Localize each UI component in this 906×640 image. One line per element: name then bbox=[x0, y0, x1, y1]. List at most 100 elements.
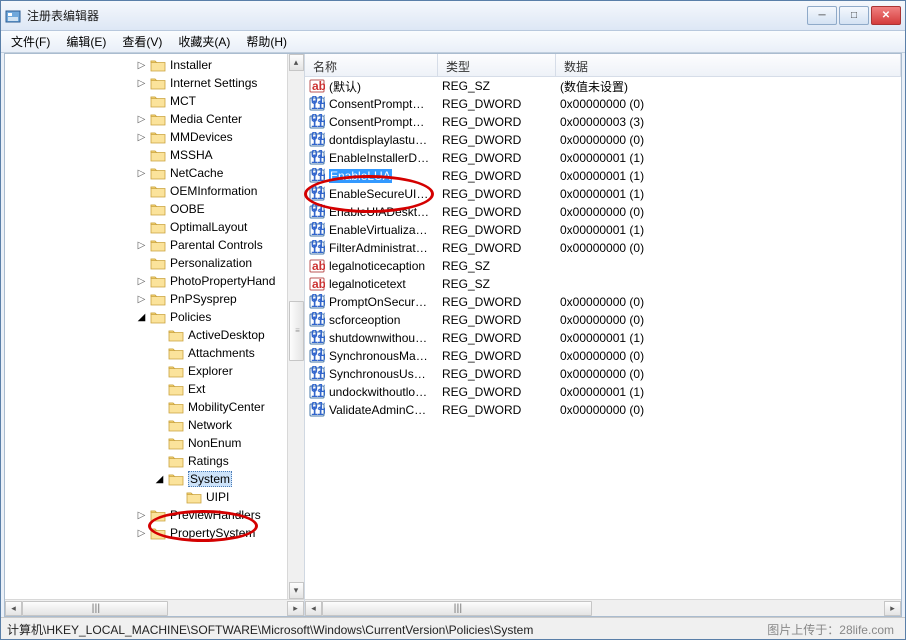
dword-value-icon: 011110 bbox=[309, 240, 325, 256]
list-row[interactable]: 011110shutdownwithoutl...REG_DWORD0x0000… bbox=[305, 329, 901, 347]
list-row[interactable]: ab(默认)REG_SZ(数值未设置) bbox=[305, 77, 901, 95]
tree-node[interactable]: OOBE bbox=[5, 200, 287, 218]
list-row[interactable]: ablegalnoticetextREG_SZ bbox=[305, 275, 901, 293]
scroll-down-button[interactable]: ▾ bbox=[289, 582, 304, 599]
tree-node[interactable]: ▷PhotoPropertyHand bbox=[5, 272, 287, 290]
tree-node[interactable]: ▷MMDevices bbox=[5, 128, 287, 146]
expand-toggle[interactable]: ▷ bbox=[135, 527, 148, 540]
expand-toggle[interactable]: ▷ bbox=[135, 59, 148, 72]
tree-node-label: System bbox=[188, 471, 232, 487]
tree-node-label: UIPI bbox=[206, 490, 229, 504]
string-value-icon: ab bbox=[309, 258, 325, 274]
tree-node[interactable]: ▷NetCache bbox=[5, 164, 287, 182]
tree-node[interactable]: ▷Installer bbox=[5, 56, 287, 74]
tree-node[interactable]: ▷PreviewHandlers bbox=[5, 506, 287, 524]
expand-toggle[interactable]: ◢ bbox=[153, 473, 166, 486]
expand-toggle[interactable]: ▷ bbox=[135, 77, 148, 90]
scroll-left-button[interactable]: ◂ bbox=[5, 601, 22, 616]
menu-file[interactable]: 文件(F) bbox=[3, 31, 58, 52]
menu-help[interactable]: 帮助(H) bbox=[238, 31, 295, 52]
list-row[interactable]: 011110EnableVirtualizationREG_DWORD0x000… bbox=[305, 221, 901, 239]
tree-node[interactable]: Personalization bbox=[5, 254, 287, 272]
list-row[interactable]: 011110EnableUIADeskto...REG_DWORD0x00000… bbox=[305, 203, 901, 221]
tree-node[interactable]: MobilityCenter bbox=[5, 398, 287, 416]
list-row[interactable]: ablegalnoticecaptionREG_SZ bbox=[305, 257, 901, 275]
list-row[interactable]: 011110SynchronousMach...REG_DWORD0x00000… bbox=[305, 347, 901, 365]
tree-node[interactable]: NonEnum bbox=[5, 434, 287, 452]
list-row[interactable]: 011110dontdisplaylastuse...REG_DWORD0x00… bbox=[305, 131, 901, 149]
tree-node[interactable]: ▷PropertySystem bbox=[5, 524, 287, 542]
tree-node[interactable]: Network bbox=[5, 416, 287, 434]
column-header-type[interactable]: 类型 bbox=[438, 54, 556, 76]
menu-view[interactable]: 查看(V) bbox=[114, 31, 170, 52]
list-horizontal-scrollbar[interactable]: ◂ ┃┃┃ ▸ bbox=[305, 599, 901, 616]
tree-node[interactable]: Ext bbox=[5, 380, 287, 398]
list-row[interactable]: 011110scforceoptionREG_DWORD0x00000000 (… bbox=[305, 311, 901, 329]
column-header-data[interactable]: 数据 bbox=[556, 54, 901, 76]
tree-node[interactable]: Explorer bbox=[5, 362, 287, 380]
tree-node[interactable]: ◢ System bbox=[5, 470, 287, 488]
expand-toggle[interactable]: ▷ bbox=[135, 131, 148, 144]
list-row[interactable]: 011110EnableSecureUIAP...REG_DWORD0x0000… bbox=[305, 185, 901, 203]
tree-node[interactable]: Ratings bbox=[5, 452, 287, 470]
value-data: 0x00000000 (0) bbox=[556, 241, 901, 255]
list-row[interactable]: 011110ConsentPromptBe...REG_DWORD0x00000… bbox=[305, 95, 901, 113]
tree-node[interactable]: ActiveDesktop bbox=[5, 326, 287, 344]
value-type: REG_DWORD bbox=[438, 187, 556, 201]
tree-node[interactable]: ◢Policies bbox=[5, 308, 287, 326]
tree-node[interactable]: MSSHA bbox=[5, 146, 287, 164]
expand-toggle[interactable]: ▷ bbox=[135, 509, 148, 522]
tree-vertical-scrollbar[interactable]: ▴ ≡ ▾ bbox=[287, 54, 304, 599]
list-row[interactable]: 011110EnableLUAREG_DWORD0x00000001 (1) bbox=[305, 167, 901, 185]
list-row[interactable]: 011110ConsentPromptBe...REG_DWORD0x00000… bbox=[305, 113, 901, 131]
tree-node[interactable]: OptimalLayout bbox=[5, 218, 287, 236]
list-row[interactable]: 011110EnableInstallerDet...REG_DWORD0x00… bbox=[305, 149, 901, 167]
column-header-name[interactable]: 名称 bbox=[305, 54, 438, 76]
tree-node[interactable]: Attachments bbox=[5, 344, 287, 362]
maximize-button[interactable]: □ bbox=[839, 6, 869, 25]
value-list[interactable]: ab(默认)REG_SZ(数值未设置)011110ConsentPromptBe… bbox=[305, 77, 901, 599]
list-row[interactable]: 011110SynchronousUser...REG_DWORD0x00000… bbox=[305, 365, 901, 383]
expand-toggle[interactable]: ▷ bbox=[135, 293, 148, 306]
menu-favorites[interactable]: 收藏夹(A) bbox=[170, 31, 238, 52]
list-row[interactable]: 011110ValidateAdminCod...REG_DWORD0x0000… bbox=[305, 401, 901, 419]
tree-node[interactable]: ▷PnPSysprep bbox=[5, 290, 287, 308]
scroll-track[interactable]: ┃┃┃ bbox=[322, 601, 884, 616]
tree-node[interactable]: OEMInformation bbox=[5, 182, 287, 200]
scroll-right-button[interactable]: ▸ bbox=[287, 601, 304, 616]
titlebar[interactable]: 注册表编辑器 ─ □ ✕ bbox=[1, 1, 905, 31]
expand-toggle[interactable]: ▷ bbox=[135, 275, 148, 288]
scroll-track[interactable]: ≡ bbox=[288, 71, 304, 582]
svg-text:110: 110 bbox=[311, 134, 325, 148]
scroll-right-button[interactable]: ▸ bbox=[884, 601, 901, 616]
scroll-up-button[interactable]: ▴ bbox=[289, 54, 304, 71]
svg-text:110: 110 bbox=[311, 152, 325, 166]
expand-toggle[interactable]: ◢ bbox=[135, 311, 148, 324]
expand-toggle[interactable]: ▷ bbox=[135, 239, 148, 252]
svg-text:110: 110 bbox=[311, 188, 325, 202]
scroll-thumb[interactable]: ≡ bbox=[289, 301, 304, 361]
expand-toggle[interactable]: ▷ bbox=[135, 113, 148, 126]
scroll-thumb[interactable]: ┃┃┃ bbox=[22, 601, 168, 616]
close-button[interactable]: ✕ bbox=[871, 6, 901, 25]
expand-toggle bbox=[153, 455, 166, 468]
tree-node[interactable]: ▷Parental Controls bbox=[5, 236, 287, 254]
tree-node[interactable]: MCT bbox=[5, 92, 287, 110]
list-row[interactable]: 011110undockwithoutlog...REG_DWORD0x0000… bbox=[305, 383, 901, 401]
registry-tree[interactable]: ▷Installer▷Internet SettingsMCT▷Media Ce… bbox=[5, 54, 287, 544]
minimize-button[interactable]: ─ bbox=[807, 6, 837, 25]
tree-node[interactable]: UIPI bbox=[5, 488, 287, 506]
value-name: (默认) bbox=[329, 78, 361, 95]
tree-horizontal-scrollbar[interactable]: ◂ ┃┃┃ ▸ bbox=[5, 599, 304, 616]
menu-edit[interactable]: 编辑(E) bbox=[58, 31, 114, 52]
list-row[interactable]: 011110PromptOnSecureD...REG_DWORD0x00000… bbox=[305, 293, 901, 311]
scroll-left-button[interactable]: ◂ bbox=[305, 601, 322, 616]
value-data: 0x00000001 (1) bbox=[556, 223, 901, 237]
expand-toggle[interactable]: ▷ bbox=[135, 167, 148, 180]
scroll-track[interactable]: ┃┃┃ bbox=[22, 601, 287, 616]
scroll-thumb[interactable]: ┃┃┃ bbox=[322, 601, 592, 616]
tree-node[interactable]: ▷Media Center bbox=[5, 110, 287, 128]
dword-value-icon: 011110 bbox=[309, 384, 325, 400]
tree-node[interactable]: ▷Internet Settings bbox=[5, 74, 287, 92]
list-row[interactable]: 011110FilterAdministrator...REG_DWORD0x0… bbox=[305, 239, 901, 257]
